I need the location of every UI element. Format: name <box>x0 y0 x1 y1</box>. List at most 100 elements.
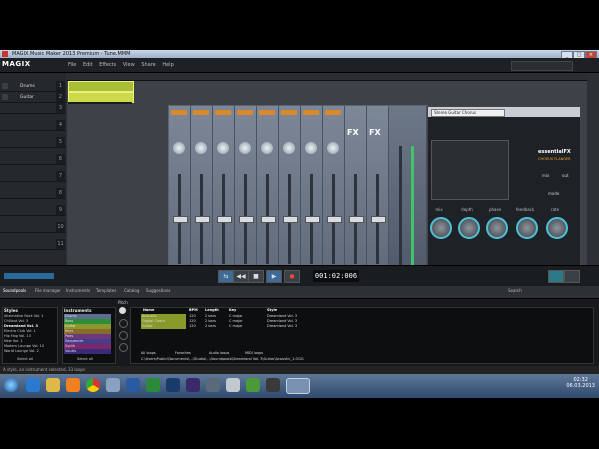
menu-share[interactable]: Share <box>141 62 155 68</box>
utorrent-icon[interactable] <box>246 378 260 392</box>
style-item[interactable]: New Vol. 1 <box>4 339 22 343</box>
effect-slot[interactable] <box>325 110 341 115</box>
style-item[interactable]: Electro Club Vol. 1 <box>4 329 36 333</box>
column-style[interactable]: Style <box>267 308 277 313</box>
fader-cap[interactable] <box>371 216 386 223</box>
effect-slot[interactable] <box>237 110 253 115</box>
menu-help[interactable]: Help <box>162 62 173 68</box>
search-label[interactable]: Search <box>508 288 522 293</box>
rate-knob[interactable] <box>546 217 568 239</box>
filter-all-loops[interactable]: All loops <box>141 351 156 356</box>
master-fader[interactable] <box>399 146 402 266</box>
channel-strip-7[interactable]: 7 <box>301 106 323 291</box>
tab-soundpools[interactable]: Soundpools <box>3 288 26 293</box>
filter-audio-loops[interactable]: Audio loops <box>209 351 229 356</box>
tab-templates[interactable]: Templates <box>96 288 116 293</box>
pan-knob[interactable] <box>217 142 229 154</box>
fx-strip-2[interactable]: FX2 <box>367 106 389 291</box>
filter-midi-loops[interactable]: MIDI loops <box>245 351 263 356</box>
ie-icon[interactable] <box>26 378 40 392</box>
effect-slot[interactable] <box>281 110 297 115</box>
channel-strip-5[interactable]: 5 <box>257 106 279 291</box>
excel-icon[interactable] <box>146 378 160 392</box>
pan-knob[interactable] <box>173 142 185 154</box>
track-5[interactable]: 5 <box>0 137 66 148</box>
track-9[interactable]: 9 <box>0 205 66 216</box>
rewind-button[interactable]: ◀◀ <box>233 270 249 283</box>
effect-slot[interactable] <box>215 110 231 115</box>
zoom-button[interactable] <box>564 270 580 283</box>
column-bpm[interactable]: BPM <box>189 308 198 313</box>
loop-button[interactable]: ⇆ <box>218 270 234 283</box>
effect-slot[interactable] <box>259 110 275 115</box>
menu-file[interactable]: File <box>68 62 76 68</box>
chrome-icon[interactable] <box>86 378 100 392</box>
pan-knob[interactable] <box>195 142 207 154</box>
fader-cap[interactable] <box>283 216 298 223</box>
view-toggle-button[interactable] <box>548 270 564 283</box>
instrument-item[interactable]: Vocals <box>64 349 111 354</box>
fader-cap[interactable] <box>305 216 320 223</box>
fader-cap[interactable] <box>173 216 188 223</box>
menu-view[interactable]: View <box>123 62 135 68</box>
column-name[interactable]: Name <box>143 308 154 313</box>
fx-strip-1[interactable]: FX1 <box>345 106 367 291</box>
fader-cap[interactable] <box>217 216 232 223</box>
media-icon[interactable] <box>66 378 80 392</box>
select-all-styles[interactable]: Select all <box>17 357 33 361</box>
pitch-button[interactable] <box>119 319 128 328</box>
word-icon[interactable] <box>126 378 140 392</box>
master-strip[interactable] <box>389 106 427 291</box>
style-item[interactable]: World Lounge Vol. 2 <box>4 349 39 353</box>
pitch-button[interactable] <box>119 307 126 314</box>
timeline-ruler[interactable] <box>67 73 587 81</box>
channel-strip-2[interactable]: 2 <box>191 106 213 291</box>
fader-cap[interactable] <box>239 216 254 223</box>
drums-clip[interactable] <box>68 81 134 92</box>
record-button[interactable]: ● <box>284 270 300 283</box>
after-effects-icon[interactable] <box>186 378 200 392</box>
style-item[interactable]: Chillout Vol. 3 <box>4 319 28 323</box>
column-length[interactable]: Length <box>205 308 219 313</box>
style-item[interactable]: Dreamland Vol. 3 <box>4 324 38 328</box>
effect-slot[interactable] <box>171 110 187 115</box>
phase-knob[interactable] <box>486 217 508 239</box>
play-button[interactable]: ▶ <box>266 270 282 283</box>
tab-instruments[interactable]: Instruments <box>66 288 90 293</box>
fader-cap[interactable] <box>195 216 210 223</box>
tab-catalog[interactable]: Catalog <box>124 288 139 293</box>
track-6[interactable]: 6 <box>0 154 66 165</box>
effect-slot[interactable] <box>193 110 209 115</box>
effect-slot[interactable] <box>303 110 319 115</box>
pitch-selector[interactable] <box>119 307 128 357</box>
menu-effects[interactable]: Effects <box>99 62 116 68</box>
pan-knob[interactable] <box>261 142 273 154</box>
loop-row[interactable]: Guitar 120 2 bars C major Dreamland Vol.… <box>131 324 416 329</box>
tab-file-manager[interactable]: File manager <box>35 288 61 293</box>
pan-knob[interactable] <box>327 142 339 154</box>
track-11[interactable]: 11 <box>0 239 66 250</box>
track-2[interactable]: Guitar 2 <box>0 92 66 103</box>
position-slider[interactable] <box>4 273 54 279</box>
filter-favorites[interactable]: Favorites <box>175 351 191 356</box>
channel-strip-1[interactable]: 1 <box>169 106 191 291</box>
system-clock[interactable]: 02:32 06.03.2013 <box>566 377 595 389</box>
magix-active-icon[interactable] <box>286 378 310 394</box>
menu-edit[interactable]: Edit <box>83 62 93 68</box>
photoshop-icon[interactable] <box>166 378 180 392</box>
fader-cap[interactable] <box>327 216 342 223</box>
channel-strip-4[interactable]: 4 <box>235 106 257 291</box>
pan-knob[interactable] <box>239 142 251 154</box>
fader-cap[interactable] <box>261 216 276 223</box>
style-item[interactable]: Modern Lounge Vol. 10 <box>4 344 44 348</box>
column-key[interactable]: Key <box>229 308 236 313</box>
feedback-knob[interactable] <box>516 217 538 239</box>
style-item[interactable]: Hip Hop Vol. 13 <box>4 334 31 338</box>
track-8[interactable]: 8 <box>0 188 66 199</box>
preset-dropdown[interactable]: Stereo Guitar Chorus <box>431 109 505 117</box>
app-icon[interactable] <box>206 378 220 392</box>
track-3[interactable]: 3 <box>0 103 66 114</box>
track-7[interactable]: 7 <box>0 171 66 182</box>
pan-knob[interactable] <box>305 142 317 154</box>
folder-icon[interactable] <box>46 378 60 392</box>
